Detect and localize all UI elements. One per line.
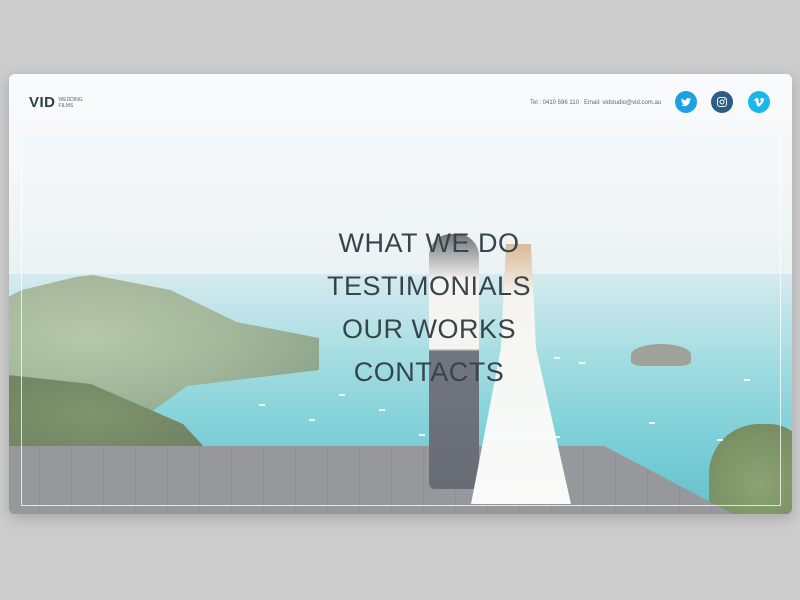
vimeo-icon [753,97,765,107]
twitter-button[interactable] [675,91,697,113]
menu-item-what-we-do[interactable]: WHAT WE DO [339,222,520,265]
logo-mark: VID [29,94,56,111]
instagram-icon [717,97,727,107]
menu-item-our-works[interactable]: OUR WORKS [342,308,516,351]
email-address[interactable]: Email: vidstudio@vid.com.au [584,100,661,106]
menu-item-contacts[interactable]: CONTACTS [354,351,505,394]
menu-item-testimonials[interactable]: TESTIMONIALS [327,265,531,308]
phone-number[interactable]: Tel : 0410 596 110 [530,100,579,106]
logo-subtitle: WEDDING FILMS [58,96,83,109]
hero-card: VID WEDDING FILMS Tel : 0410 596 110 Ema… [9,74,792,514]
instagram-button[interactable] [711,91,733,113]
logo[interactable]: VID WEDDING FILMS [29,94,89,111]
main-menu: WHAT WE DO TESTIMONIALS OUR WORKS CONTAC… [279,222,579,394]
vimeo-button[interactable] [748,91,770,113]
twitter-icon [681,97,691,107]
